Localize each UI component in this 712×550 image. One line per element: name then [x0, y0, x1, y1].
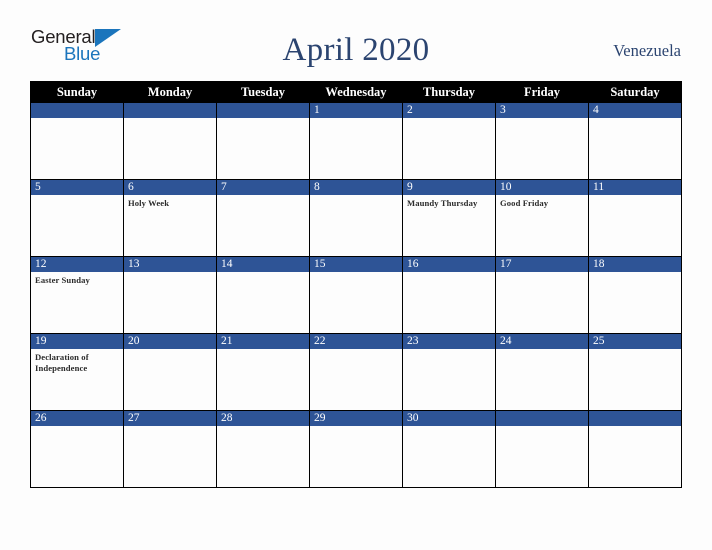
day-number: 5: [31, 180, 123, 195]
day-number: 24: [496, 334, 588, 349]
day-number: 2: [403, 103, 495, 118]
day-events: Holy Week: [124, 195, 216, 209]
calendar-day-cell[interactable]: 6 Holy Week: [123, 179, 217, 257]
calendar-day-cell[interactable]: 19 Declaration of Independence: [30, 333, 124, 411]
calendar-day-cell[interactable]: 15: [309, 256, 403, 334]
day-number: 14: [217, 257, 309, 272]
calendar-day-cell[interactable]: 7: [216, 179, 310, 257]
weekday-header-monday: Monday: [123, 81, 217, 103]
calendar-day-cell[interactable]: 28: [216, 410, 310, 488]
calendar-day-cell[interactable]: 12 Easter Sunday: [30, 256, 124, 334]
day-number: 10: [496, 180, 588, 195]
page-title: April 2020: [282, 32, 430, 68]
weekday-header-wednesday: Wednesday: [309, 81, 403, 103]
calendar-day-cell[interactable]: [216, 102, 310, 180]
calendar-day-cell[interactable]: 9 Maundy Thursday: [402, 179, 496, 257]
day-number: 16: [403, 257, 495, 272]
calendar-day-cell[interactable]: 2: [402, 102, 496, 180]
day-number: [124, 103, 216, 118]
calendar-day-cell[interactable]: 3: [495, 102, 589, 180]
day-number: 30: [403, 411, 495, 426]
day-number: 1: [310, 103, 402, 118]
calendar-page: General Blue April 2020 Venezuela Sunday…: [0, 0, 712, 550]
event-label: Holy Week: [128, 198, 170, 208]
calendar-day-cell[interactable]: 10 Good Friday: [495, 179, 589, 257]
month-calendar-grid: Sunday Monday Tuesday Wednesday Thursday…: [30, 81, 682, 488]
calendar-day-cell[interactable]: 11: [588, 179, 682, 257]
event-label: Easter Sunday: [35, 275, 90, 285]
day-events: Easter Sunday: [31, 272, 123, 286]
day-number: 11: [589, 180, 681, 195]
weekday-header-thursday: Thursday: [402, 81, 496, 103]
weekday-header-sunday: Sunday: [30, 81, 124, 103]
calendar-day-cell[interactable]: [495, 410, 589, 488]
day-events: Maundy Thursday: [403, 195, 495, 209]
weekday-header-saturday: Saturday: [588, 81, 682, 103]
event-label: Good Friday: [500, 198, 549, 208]
calendar-day-cell[interactable]: 4: [588, 102, 682, 180]
calendar-body: 1 2 3 4 5 6 Holy Week 7 8 9 Maundy Thursday 10 Good …: [30, 102, 682, 488]
day-number: 26: [31, 411, 123, 426]
weekday-header-friday: Friday: [495, 81, 589, 103]
calendar-day-cell[interactable]: 8: [309, 179, 403, 257]
day-number: [496, 411, 588, 426]
calendar-week-row: 1234: [30, 102, 682, 180]
weekday-header-tuesday: Tuesday: [216, 81, 310, 103]
day-number: 25: [589, 334, 681, 349]
calendar-day-cell[interactable]: [588, 410, 682, 488]
calendar-day-cell[interactable]: 23: [402, 333, 496, 411]
calendar-day-cell[interactable]: 14: [216, 256, 310, 334]
calendar-day-cell[interactable]: 1: [309, 102, 403, 180]
day-number: 3: [496, 103, 588, 118]
day-number: 7: [217, 180, 309, 195]
day-number: 17: [496, 257, 588, 272]
day-number: 15: [310, 257, 402, 272]
day-number: 28: [217, 411, 309, 426]
calendar-day-cell[interactable]: 22: [309, 333, 403, 411]
calendar-day-cell[interactable]: 5: [30, 179, 124, 257]
calendar-week-row: 5 6 Holy Week 7 8 9 Maundy Thursday 10 Good Frid…: [30, 179, 682, 257]
day-number: [217, 103, 309, 118]
calendar-day-cell[interactable]: 25: [588, 333, 682, 411]
calendar-week-row: 12 Easter Sunday 13 14 15 16 17 18: [30, 256, 682, 334]
calendar-day-cell[interactable]: 27: [123, 410, 217, 488]
weekday-header-row: Sunday Monday Tuesday Wednesday Thursday…: [30, 81, 682, 103]
calendar-day-cell[interactable]: 30: [402, 410, 496, 488]
calendar-day-cell[interactable]: [123, 102, 217, 180]
day-number: 18: [589, 257, 681, 272]
page-header: General Blue April 2020 Venezuela: [0, 22, 712, 78]
calendar-day-cell[interactable]: 13: [123, 256, 217, 334]
country-label: Venezuela: [613, 41, 681, 60]
calendar-day-cell[interactable]: 26: [30, 410, 124, 488]
day-number: 29: [310, 411, 402, 426]
day-events: Good Friday: [496, 195, 588, 209]
calendar-day-cell[interactable]: 29: [309, 410, 403, 488]
day-number: [31, 103, 123, 118]
calendar-day-cell[interactable]: 24: [495, 333, 589, 411]
day-number: 20: [124, 334, 216, 349]
calendar-week-row: 19 Declaration of Independence 20 21 22 23 24 2…: [30, 333, 682, 411]
day-number: 6: [124, 180, 216, 195]
calendar-day-cell[interactable]: 17: [495, 256, 589, 334]
day-number: 9: [403, 180, 495, 195]
day-number: 22: [310, 334, 402, 349]
event-label: Declaration of Independence: [35, 352, 89, 373]
day-number: [589, 411, 681, 426]
calendar-day-cell[interactable]: 21: [216, 333, 310, 411]
day-events: Declaration of Independence: [31, 349, 123, 374]
calendar-week-row: 26 27 28 29 30: [30, 410, 682, 488]
calendar-day-cell[interactable]: 20: [123, 333, 217, 411]
day-number: 19: [31, 334, 123, 349]
day-number: 21: [217, 334, 309, 349]
calendar-day-cell[interactable]: 16: [402, 256, 496, 334]
day-number: 27: [124, 411, 216, 426]
day-number: 4: [589, 103, 681, 118]
event-label: Maundy Thursday: [407, 198, 478, 208]
calendar-day-cell[interactable]: 18: [588, 256, 682, 334]
day-number: 12: [31, 257, 123, 272]
day-number: 8: [310, 180, 402, 195]
day-number: 13: [124, 257, 216, 272]
calendar-day-cell[interactable]: [30, 102, 124, 180]
day-number: 23: [403, 334, 495, 349]
